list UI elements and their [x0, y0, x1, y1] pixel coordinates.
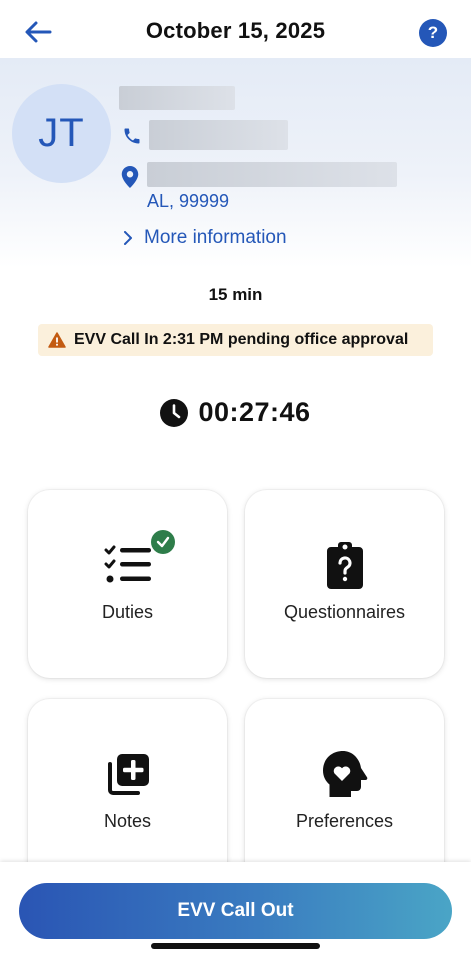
visit-duration: 15 min	[208, 285, 263, 304]
help-button[interactable]: ?	[419, 19, 447, 47]
status-banner: EVV Call In 2:31 PM pending office appro…	[38, 324, 433, 356]
checklist-icon	[104, 545, 151, 583]
page-title: October 15, 2025	[145, 18, 326, 43]
back-button[interactable]	[22, 18, 54, 46]
clipboard-question-icon	[326, 542, 363, 589]
evv-call-out-button[interactable]: EVV Call Out	[19, 883, 452, 939]
questionnaires-tile[interactable]: Questionnaires	[245, 490, 444, 678]
address-city-zip: AL, 99999	[147, 191, 230, 211]
more-information-link[interactable]: More information	[121, 227, 287, 249]
home-indicator	[151, 943, 320, 949]
chevron-right-icon	[124, 231, 132, 245]
duties-label: Duties	[101, 602, 154, 622]
avatar: JT	[12, 84, 111, 183]
client-info: JT AL, 99999 More information	[0, 58, 471, 268]
redacted-client-name	[119, 86, 235, 110]
head-heart-icon	[322, 751, 367, 797]
avatar-initials: JT	[38, 111, 85, 155]
redacted-street-address[interactable]	[147, 162, 397, 187]
duties-tile[interactable]: Duties	[28, 490, 227, 678]
phone-icon	[124, 128, 140, 144]
timer-value: 00:27:46	[198, 397, 311, 427]
more-information-label: More information	[144, 227, 287, 248]
redacted-phone-number[interactable]	[149, 120, 288, 150]
help-icon: ?	[427, 23, 439, 42]
top-bar: October 15, 2025 ?	[0, 0, 471, 62]
warning-icon	[48, 332, 66, 348]
location-pin-icon	[121, 166, 139, 188]
preferences-label: Preferences	[295, 811, 394, 831]
back-arrow-icon	[25, 21, 52, 43]
visit-timer: 00:27:46	[0, 397, 471, 428]
questionnaires-label: Questionnaires	[283, 602, 406, 622]
bottom-action-bar: EVV Call Out	[0, 862, 471, 958]
visit-screen: October 15, 2025 ? JT AL, 99999 More inf…	[0, 0, 471, 958]
notes-plus-icon	[107, 754, 149, 795]
notes-label: Notes	[103, 811, 152, 831]
status-banner-text: EVV Call In 2:31 PM pending office appro…	[74, 331, 409, 348]
clock-icon	[160, 398, 189, 427]
completed-check-icon	[150, 530, 175, 554]
